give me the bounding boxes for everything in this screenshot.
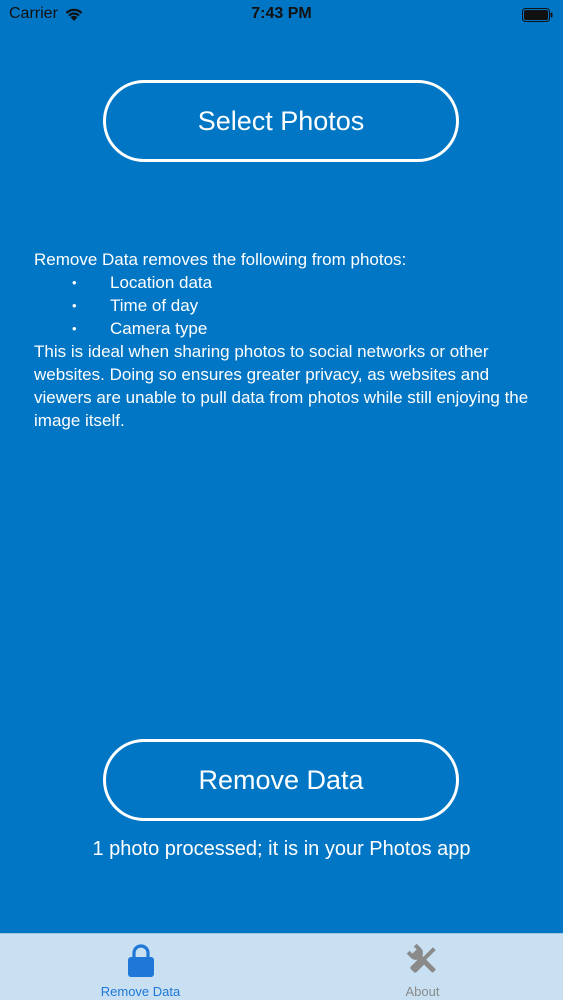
select-photos-button[interactable]: Select Photos	[103, 80, 459, 162]
list-item: Camera type	[34, 317, 534, 340]
description-outro: This is ideal when sharing photos to soc…	[34, 342, 529, 430]
tab-about[interactable]: About	[282, 934, 563, 1000]
status-time: 7:43 PM	[251, 5, 312, 22]
list-item: Time of day	[34, 294, 534, 317]
description: Remove Data removes the following from p…	[34, 248, 534, 432]
tab-label: About	[405, 984, 440, 999]
tab-remove-data[interactable]: Remove Data	[0, 934, 281, 1000]
list-item: Location data	[34, 271, 534, 294]
tab-bar: Remove Data About	[0, 933, 563, 1000]
description-intro: Remove Data removes the following from p…	[34, 250, 407, 269]
status-bar: Carrier 7:43 PM	[0, 0, 563, 30]
remove-data-button[interactable]: Remove Data	[103, 739, 459, 821]
tools-icon	[406, 943, 436, 973]
lock-icon	[127, 944, 154, 977]
removed-data-list: Location data Time of day Camera type	[34, 271, 534, 340]
status-message: 1 photo processed; it is in your Photos …	[92, 838, 471, 860]
tab-label: Remove Data	[100, 984, 181, 999]
battery-icon	[522, 8, 553, 22]
